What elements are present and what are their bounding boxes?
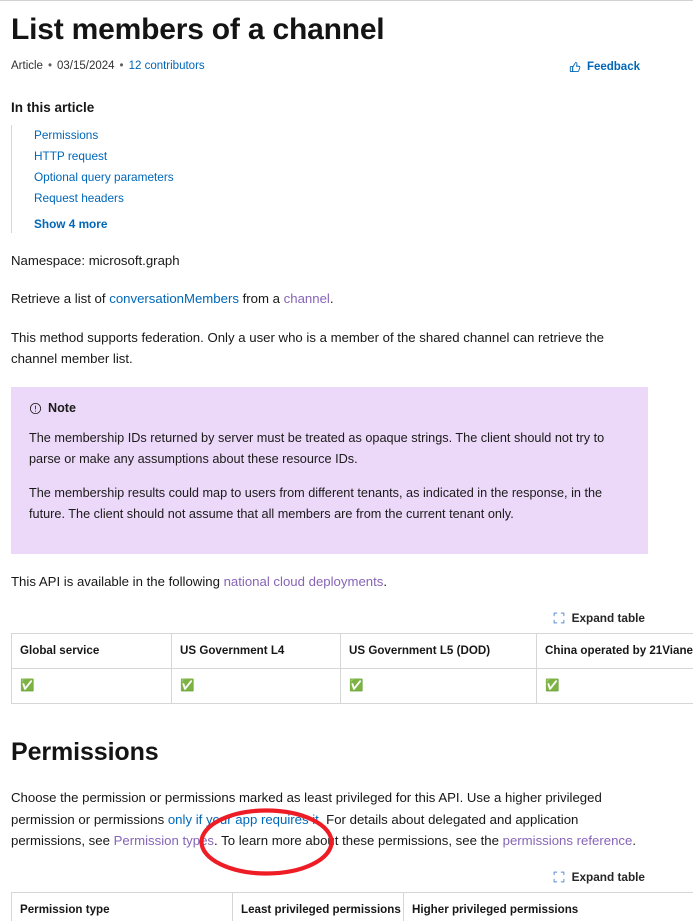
namespace-text: Namespace: microsoft.graph <box>11 252 180 268</box>
meta-separator-1: • <box>47 59 52 72</box>
meta-separator-2: • <box>119 59 124 72</box>
expand-corners-icon <box>553 612 565 624</box>
note-title-row: Note <box>29 401 630 415</box>
expand-table-row-permissions: Expand table <box>11 870 648 884</box>
table-header-row: Global service US Government L4 US Gover… <box>11 633 693 669</box>
thumbs-up-icon <box>569 60 582 73</box>
note-paragraph-2: The membership results could map to user… <box>29 485 603 521</box>
retrieve-description: Retrieve a list of conversationMembers f… <box>11 288 648 309</box>
table-row: ✅ ✅ ✅ ✅ <box>11 667 693 704</box>
cell-us-gov-l4-check: ✅ <box>171 667 341 704</box>
toc-item-request-headers[interactable]: Request headers <box>23 188 648 209</box>
conversation-members-link[interactable]: conversationMembers <box>109 291 239 306</box>
col-permission-type: Permission type <box>11 892 233 921</box>
retrieve-pre: Retrieve a list of <box>11 291 110 307</box>
federation-description: This method supports federation. Only a … <box>11 329 605 367</box>
col-higher-privileged: Higher privileged permissions <box>403 892 693 921</box>
api-availability-post: . <box>383 573 388 589</box>
documentation-page: List members of a channel Article • 03/1… <box>0 0 693 921</box>
note-callout: Note The membership IDs returned by serv… <box>11 387 648 554</box>
permissions-intro: Choose the permission or permissions mar… <box>11 787 648 851</box>
toc-item-optional-query-parameters[interactable]: Optional query parameters <box>23 167 648 188</box>
article-meta-row: Article • 03/15/2024 • 12 contributors F… <box>11 60 648 73</box>
national-cloud-deployments-link[interactable]: national cloud deployments <box>224 574 384 589</box>
feedback-button[interactable]: Feedback <box>569 60 640 73</box>
permissions-table: Permission type Least privileged permiss… <box>11 892 693 921</box>
toc-list: Permissions HTTP request Optional query … <box>11 125 648 233</box>
note-paragraph-1: The membership IDs returned by server mu… <box>29 431 605 467</box>
toc-item-permissions[interactable]: Permissions <box>23 125 648 146</box>
expand-table-label-cloud: Expand table <box>571 611 645 626</box>
cell-global-service-check: ✅ <box>11 667 172 704</box>
article-date: 03/15/2024 <box>56 59 115 72</box>
retrieve-mid: from a <box>238 291 284 307</box>
cloud-deployments-table: Global service US Government L4 US Gover… <box>11 633 693 704</box>
article-type-label: Article <box>11 59 43 72</box>
expand-table-row-cloud: Expand table <box>11 611 648 625</box>
permissions-reference-link[interactable]: permissions reference <box>503 833 633 848</box>
permissions-intro-post: . <box>632 833 637 849</box>
toc-heading: In this article <box>11 100 95 115</box>
permissions-intro-mid2: . To learn more about these permissions,… <box>214 833 503 849</box>
col-us-gov-l4: US Government L4 <box>171 633 341 669</box>
retrieve-post: . <box>329 291 334 307</box>
expand-table-label-permissions: Expand table <box>571 870 645 885</box>
toc-show-more-button[interactable]: Show 4 more <box>23 209 648 233</box>
col-us-gov-l5: US Government L5 (DOD) <box>340 633 537 669</box>
col-least-privileged: Least privileged permissions <box>232 892 404 921</box>
expand-corners-icon <box>553 871 565 883</box>
page-content: List members of a channel Article • 03/1… <box>0 12 693 921</box>
expand-table-button-permissions[interactable]: Expand table <box>553 870 645 884</box>
permissions-section-heading: Permissions <box>11 737 159 766</box>
article-meta: Article • 03/15/2024 • 12 contributors <box>11 59 205 73</box>
page-title: List members of a channel <box>11 13 385 46</box>
col-global-service: Global service <box>11 633 172 669</box>
api-availability-text: This API is available in the following n… <box>11 571 648 592</box>
table-header-row: Permission type Least privileged permiss… <box>11 892 693 921</box>
api-availability-pre: This API is available in the following <box>11 573 224 589</box>
permission-types-link[interactable]: Permission types <box>114 833 214 848</box>
contributors-link[interactable]: 12 contributors <box>129 60 205 73</box>
col-china-21vianet: China operated by 21Vianet <box>536 633 693 669</box>
info-circle-icon <box>29 402 42 415</box>
cell-china-21vianet-check: ✅ <box>536 667 693 704</box>
only-if-app-requires-link[interactable]: only if your app requires it <box>168 812 319 827</box>
cell-us-gov-l5-check: ✅ <box>340 667 537 704</box>
toc-item-http-request[interactable]: HTTP request <box>23 146 648 167</box>
note-title-label: Note <box>48 401 76 416</box>
expand-table-button-cloud[interactable]: Expand table <box>553 611 645 625</box>
feedback-label: Feedback <box>586 60 640 73</box>
channel-link[interactable]: channel <box>284 291 330 306</box>
